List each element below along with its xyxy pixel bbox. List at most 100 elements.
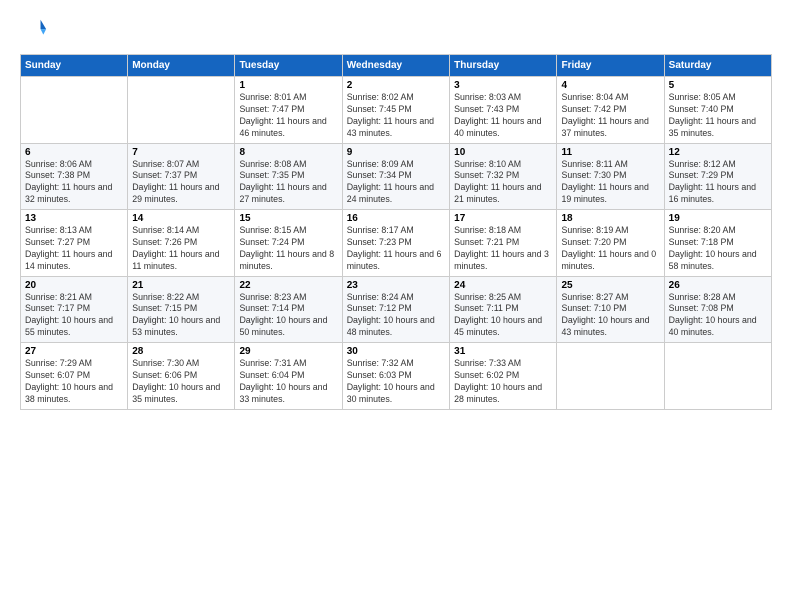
- day-info: Sunrise: 8:15 AMSunset: 7:24 PMDaylight:…: [239, 225, 337, 273]
- day-number: 26: [669, 280, 767, 291]
- calendar-cell: 9Sunrise: 8:09 AMSunset: 7:34 PMDaylight…: [342, 143, 449, 210]
- day-number: 3: [454, 80, 552, 91]
- day-number: 18: [561, 213, 659, 224]
- calendar-cell: 19Sunrise: 8:20 AMSunset: 7:18 PMDayligh…: [664, 210, 771, 277]
- day-info: Sunrise: 8:28 AMSunset: 7:08 PMDaylight:…: [669, 292, 767, 340]
- day-number: 11: [561, 147, 659, 158]
- day-info: Sunrise: 8:02 AMSunset: 7:45 PMDaylight:…: [347, 92, 445, 140]
- weekday-header-friday: Friday: [557, 55, 664, 77]
- day-info: Sunrise: 8:10 AMSunset: 7:32 PMDaylight:…: [454, 159, 552, 207]
- day-info: Sunrise: 7:31 AMSunset: 6:04 PMDaylight:…: [239, 358, 337, 406]
- day-number: 8: [239, 147, 337, 158]
- day-info: Sunrise: 8:20 AMSunset: 7:18 PMDaylight:…: [669, 225, 767, 273]
- weekday-header-monday: Monday: [128, 55, 235, 77]
- day-number: 9: [347, 147, 445, 158]
- day-info: Sunrise: 8:12 AMSunset: 7:29 PMDaylight:…: [669, 159, 767, 207]
- day-number: 5: [669, 80, 767, 91]
- calendar-week-4: 20Sunrise: 8:21 AMSunset: 7:17 PMDayligh…: [21, 276, 772, 343]
- day-number: 16: [347, 213, 445, 224]
- calendar-cell: 30Sunrise: 7:32 AMSunset: 6:03 PMDayligh…: [342, 343, 449, 410]
- calendar-cell: [21, 77, 128, 144]
- calendar-cell: 28Sunrise: 7:30 AMSunset: 6:06 PMDayligh…: [128, 343, 235, 410]
- day-info: Sunrise: 8:09 AMSunset: 7:34 PMDaylight:…: [347, 159, 445, 207]
- calendar-cell: 22Sunrise: 8:23 AMSunset: 7:14 PMDayligh…: [235, 276, 342, 343]
- day-number: 29: [239, 346, 337, 357]
- day-info: Sunrise: 8:27 AMSunset: 7:10 PMDaylight:…: [561, 292, 659, 340]
- logo-icon: [20, 16, 48, 44]
- calendar-cell: 25Sunrise: 8:27 AMSunset: 7:10 PMDayligh…: [557, 276, 664, 343]
- day-number: 24: [454, 280, 552, 291]
- day-number: 17: [454, 213, 552, 224]
- calendar-week-5: 27Sunrise: 7:29 AMSunset: 6:07 PMDayligh…: [21, 343, 772, 410]
- day-number: 28: [132, 346, 230, 357]
- day-number: 14: [132, 213, 230, 224]
- calendar-cell: 16Sunrise: 8:17 AMSunset: 7:23 PMDayligh…: [342, 210, 449, 277]
- calendar-cell: [557, 343, 664, 410]
- day-info: Sunrise: 8:05 AMSunset: 7:40 PMDaylight:…: [669, 92, 767, 140]
- calendar-cell: 20Sunrise: 8:21 AMSunset: 7:17 PMDayligh…: [21, 276, 128, 343]
- page: SundayMondayTuesdayWednesdayThursdayFrid…: [0, 0, 792, 612]
- calendar-cell: 1Sunrise: 8:01 AMSunset: 7:47 PMDaylight…: [235, 77, 342, 144]
- day-number: 21: [132, 280, 230, 291]
- calendar-cell: 12Sunrise: 8:12 AMSunset: 7:29 PMDayligh…: [664, 143, 771, 210]
- day-info: Sunrise: 7:32 AMSunset: 6:03 PMDaylight:…: [347, 358, 445, 406]
- day-number: 13: [25, 213, 123, 224]
- weekday-header-row: SundayMondayTuesdayWednesdayThursdayFrid…: [21, 55, 772, 77]
- day-info: Sunrise: 8:21 AMSunset: 7:17 PMDaylight:…: [25, 292, 123, 340]
- day-info: Sunrise: 8:11 AMSunset: 7:30 PMDaylight:…: [561, 159, 659, 207]
- calendar-cell: 15Sunrise: 8:15 AMSunset: 7:24 PMDayligh…: [235, 210, 342, 277]
- calendar-cell: 31Sunrise: 7:33 AMSunset: 6:02 PMDayligh…: [450, 343, 557, 410]
- logo: [20, 16, 52, 44]
- day-info: Sunrise: 8:06 AMSunset: 7:38 PMDaylight:…: [25, 159, 123, 207]
- day-info: Sunrise: 8:24 AMSunset: 7:12 PMDaylight:…: [347, 292, 445, 340]
- day-number: 31: [454, 346, 552, 357]
- weekday-header-thursday: Thursday: [450, 55, 557, 77]
- day-number: 30: [347, 346, 445, 357]
- calendar-cell: 6Sunrise: 8:06 AMSunset: 7:38 PMDaylight…: [21, 143, 128, 210]
- day-number: 6: [25, 147, 123, 158]
- calendar-table: SundayMondayTuesdayWednesdayThursdayFrid…: [20, 54, 772, 410]
- calendar-cell: [128, 77, 235, 144]
- calendar-cell: 27Sunrise: 7:29 AMSunset: 6:07 PMDayligh…: [21, 343, 128, 410]
- calendar-cell: 23Sunrise: 8:24 AMSunset: 7:12 PMDayligh…: [342, 276, 449, 343]
- weekday-header-saturday: Saturday: [664, 55, 771, 77]
- calendar-cell: 3Sunrise: 8:03 AMSunset: 7:43 PMDaylight…: [450, 77, 557, 144]
- day-number: 20: [25, 280, 123, 291]
- day-info: Sunrise: 8:23 AMSunset: 7:14 PMDaylight:…: [239, 292, 337, 340]
- day-number: 10: [454, 147, 552, 158]
- day-info: Sunrise: 7:29 AMSunset: 6:07 PMDaylight:…: [25, 358, 123, 406]
- weekday-header-wednesday: Wednesday: [342, 55, 449, 77]
- calendar-week-2: 6Sunrise: 8:06 AMSunset: 7:38 PMDaylight…: [21, 143, 772, 210]
- day-info: Sunrise: 8:14 AMSunset: 7:26 PMDaylight:…: [132, 225, 230, 273]
- day-number: 7: [132, 147, 230, 158]
- calendar-week-3: 13Sunrise: 8:13 AMSunset: 7:27 PMDayligh…: [21, 210, 772, 277]
- calendar-cell: 21Sunrise: 8:22 AMSunset: 7:15 PMDayligh…: [128, 276, 235, 343]
- day-number: 4: [561, 80, 659, 91]
- day-info: Sunrise: 7:30 AMSunset: 6:06 PMDaylight:…: [132, 358, 230, 406]
- calendar-week-1: 1Sunrise: 8:01 AMSunset: 7:47 PMDaylight…: [21, 77, 772, 144]
- day-number: 2: [347, 80, 445, 91]
- calendar-cell: 29Sunrise: 7:31 AMSunset: 6:04 PMDayligh…: [235, 343, 342, 410]
- calendar-cell: 17Sunrise: 8:18 AMSunset: 7:21 PMDayligh…: [450, 210, 557, 277]
- calendar-cell: 2Sunrise: 8:02 AMSunset: 7:45 PMDaylight…: [342, 77, 449, 144]
- calendar-cell: 26Sunrise: 8:28 AMSunset: 7:08 PMDayligh…: [664, 276, 771, 343]
- day-info: Sunrise: 8:08 AMSunset: 7:35 PMDaylight:…: [239, 159, 337, 207]
- calendar-cell: 5Sunrise: 8:05 AMSunset: 7:40 PMDaylight…: [664, 77, 771, 144]
- calendar-cell: 24Sunrise: 8:25 AMSunset: 7:11 PMDayligh…: [450, 276, 557, 343]
- calendar-cell: 13Sunrise: 8:13 AMSunset: 7:27 PMDayligh…: [21, 210, 128, 277]
- day-number: 15: [239, 213, 337, 224]
- day-info: Sunrise: 8:25 AMSunset: 7:11 PMDaylight:…: [454, 292, 552, 340]
- day-number: 12: [669, 147, 767, 158]
- day-number: 19: [669, 213, 767, 224]
- day-info: Sunrise: 8:01 AMSunset: 7:47 PMDaylight:…: [239, 92, 337, 140]
- day-info: Sunrise: 7:33 AMSunset: 6:02 PMDaylight:…: [454, 358, 552, 406]
- day-info: Sunrise: 8:18 AMSunset: 7:21 PMDaylight:…: [454, 225, 552, 273]
- weekday-header-tuesday: Tuesday: [235, 55, 342, 77]
- day-number: 1: [239, 80, 337, 91]
- calendar-cell: 8Sunrise: 8:08 AMSunset: 7:35 PMDaylight…: [235, 143, 342, 210]
- day-info: Sunrise: 8:22 AMSunset: 7:15 PMDaylight:…: [132, 292, 230, 340]
- calendar-cell: 4Sunrise: 8:04 AMSunset: 7:42 PMDaylight…: [557, 77, 664, 144]
- day-info: Sunrise: 8:17 AMSunset: 7:23 PMDaylight:…: [347, 225, 445, 273]
- day-number: 22: [239, 280, 337, 291]
- day-info: Sunrise: 8:04 AMSunset: 7:42 PMDaylight:…: [561, 92, 659, 140]
